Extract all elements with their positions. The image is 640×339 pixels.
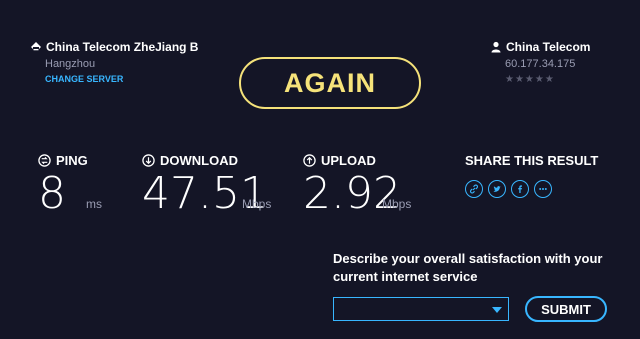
download-metric: DOWNLOAD 47.51 Mbps <box>142 153 271 216</box>
user-icon <box>491 41 501 53</box>
submit-button[interactable]: SUBMIT <box>525 296 607 323</box>
server-location: Hangzhou <box>45 58 96 70</box>
upload-label: UPLOAD <box>321 153 376 168</box>
ping-icon <box>38 154 51 167</box>
facebook-icon[interactable] <box>511 180 529 198</box>
ping-value: 8 <box>38 168 66 219</box>
isp-info: China Telecom 60.177.34.175 ★★★★★ <box>490 40 600 85</box>
server-name: China Telecom ZheJiang B <box>46 40 199 54</box>
speedtest-results-page: China Telecom ZheJiang B Hangzhou CHANGE… <box>0 0 640 339</box>
ping-label: PING <box>56 153 88 168</box>
server-icon <box>31 42 41 52</box>
download-icon <box>142 154 155 167</box>
change-server-link[interactable]: CHANGE SERVER <box>45 74 205 84</box>
share-section: SHARE THIS RESULT <box>465 153 598 198</box>
server-info: China Telecom ZheJiang B Hangzhou CHANGE… <box>30 40 205 84</box>
satisfaction-survey: Describe your overall satisfaction with … <box>333 250 623 323</box>
ping-metric: PING 8 ms <box>38 153 102 216</box>
twitter-icon[interactable] <box>488 180 506 198</box>
isp-rating-stars[interactable]: ★★★★★ <box>505 74 600 85</box>
download-unit: Mbps <box>242 197 272 211</box>
ip-address: 60.177.34.175 <box>505 58 576 70</box>
download-label: DOWNLOAD <box>160 153 238 168</box>
chevron-down-icon <box>492 307 502 314</box>
satisfaction-dropdown[interactable] <box>333 297 509 322</box>
share-title: SHARE THIS RESULT <box>465 153 599 168</box>
upload-icon <box>303 154 316 167</box>
isp-name: China Telecom <box>506 40 591 54</box>
more-icon[interactable] <box>534 180 552 198</box>
upload-value: 2.92 <box>303 168 401 219</box>
again-button[interactable]: AGAIN <box>239 57 421 109</box>
upload-metric: UPLOAD 2.92 Mbps <box>303 153 411 216</box>
upload-unit: Mbps <box>382 197 412 211</box>
download-value: 47.51 <box>142 168 268 219</box>
survey-question: Describe your overall satisfaction with … <box>333 251 603 285</box>
link-icon[interactable] <box>465 180 483 198</box>
ping-unit: ms <box>86 197 102 211</box>
